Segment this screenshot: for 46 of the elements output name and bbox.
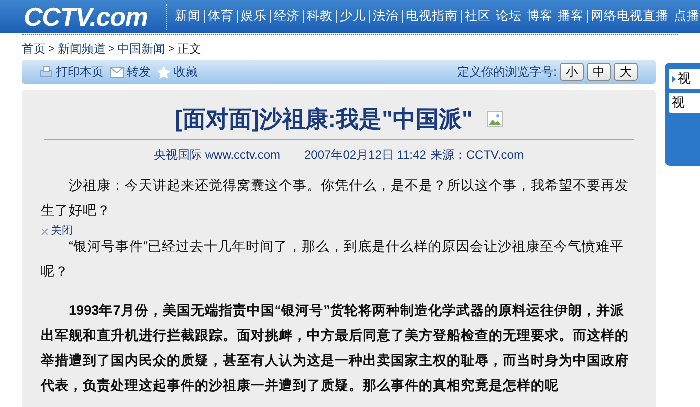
triangle-icon bbox=[672, 76, 676, 82]
font-size-label: 定义你的浏览字号: bbox=[458, 64, 557, 81]
nav-link[interactable]: 电视指南 bbox=[406, 7, 458, 26]
site-logo[interactable]: CCTV.com bbox=[24, 4, 158, 30]
article-title: [面对面]沙祖康:我是"中国派" bbox=[175, 104, 473, 134]
font-size-button[interactable]: 小 bbox=[560, 63, 584, 81]
toolbar-link[interactable]: 收藏 bbox=[157, 63, 198, 81]
broken-image-icon bbox=[486, 111, 503, 127]
nav-link[interactable]: 点播 bbox=[674, 7, 700, 26]
article-paragraph: “银河号事件”已经过去十几年时间了，那么，到底是什么样的原因会让沙祖康至今气愤难平呢？ bbox=[41, 238, 626, 281]
toolbar-link[interactable]: 转发 bbox=[110, 63, 151, 81]
publisher-text: 央视国际 www.cctv.com bbox=[154, 147, 280, 164]
nav-link[interactable]: 新闻 bbox=[175, 7, 201, 26]
breadcrumb-link[interactable]: 首页 bbox=[22, 40, 46, 58]
breadcrumb-separator: > bbox=[168, 42, 175, 56]
date-text: 2007年02月12日 11:42 bbox=[304, 147, 426, 164]
source-label: 来源： bbox=[430, 147, 466, 164]
article-paragraph: 沙祖康：今天讲起来还觉得窝囊这个事。你凭什么，是不是？所以这个事，我希望不要再发生了好吧？ bbox=[41, 177, 630, 220]
breadcrumb-current: 正文 bbox=[178, 41, 202, 58]
font-size-button[interactable]: 中 bbox=[587, 63, 611, 81]
breadcrumb-link[interactable]: 新闻频道 bbox=[58, 40, 106, 58]
nav-link[interactable]: 娱乐 bbox=[241, 7, 267, 26]
breadcrumb-separator: > bbox=[49, 42, 55, 56]
side-link[interactable]: 视 bbox=[669, 69, 700, 89]
toolbar-link[interactable]: 打印本页 bbox=[40, 63, 104, 81]
font-size-button[interactable]: 大 bbox=[614, 63, 638, 81]
nav-link[interactable]: 社区 bbox=[465, 7, 491, 26]
nav-link[interactable]: 科教 bbox=[307, 7, 333, 26]
print-icon bbox=[40, 66, 53, 78]
nav-link[interactable]: 法治 bbox=[373, 7, 399, 26]
close-link[interactable]: 关闭 bbox=[41, 226, 73, 237]
star-icon bbox=[157, 66, 171, 78]
breadcrumb-separator: > bbox=[108, 42, 115, 56]
breadcrumb-link[interactable]: 中国新闻 bbox=[118, 40, 166, 58]
nav-link[interactable]: 论坛 bbox=[496, 7, 522, 26]
nav-link[interactable]: 播客 bbox=[558, 7, 584, 26]
nav-link[interactable]: 网络电视直播 bbox=[591, 7, 669, 26]
nav-link[interactable]: 博客 bbox=[527, 7, 553, 26]
side-link[interactable]: 视 bbox=[669, 93, 700, 113]
close-icon bbox=[41, 228, 49, 236]
envelope-icon bbox=[110, 66, 124, 78]
source-link[interactable]: CCTV.com bbox=[466, 146, 524, 164]
nav-link[interactable]: 体育 bbox=[208, 7, 234, 26]
nav-link[interactable]: 经济 bbox=[274, 7, 300, 26]
nav-link[interactable]: 少儿 bbox=[340, 7, 366, 26]
article-paragraph: 1993年7月份，美国无端指责中国“银河号”货轮将两种制造化学武器的原料运往伊朗，并派出军舰和直升机进行拦截跟踪。面对挑衅，中方最后同意了美方登船检查的无理要求。而这样的举措遭到了国内民众的质疑，甚至有人认为这是一种出卖国家主权的耻辱，而当时身为中国政府代表，负责处理这起事件的沙祖康一并遭到了质疑。那么事件的真相究竟是怎样的呢 bbox=[41, 302, 630, 395]
